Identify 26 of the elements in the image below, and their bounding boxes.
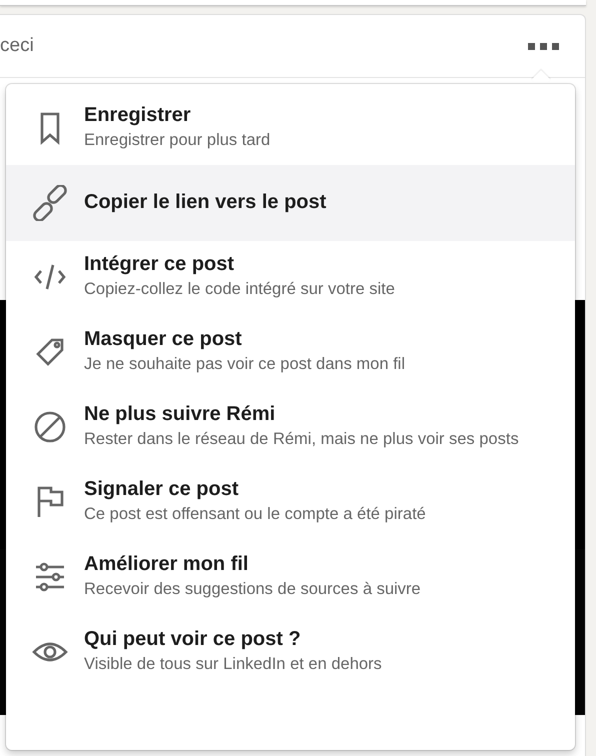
menu-item-title: Ne plus suivre Rémi xyxy=(84,402,276,426)
menu-item-title: Améliorer mon fil xyxy=(84,552,250,576)
menu-item-description: Recevoir des suggestions de sources à suivre xyxy=(84,578,421,600)
menu-item-description: Ce post est offensant ou le compte a été piraté xyxy=(84,504,426,525)
menu-item-description: Rester dans le réseau de Rémi, mais ne plus voir ses posts xyxy=(84,428,519,450)
menu-item-title: Copier le lien vers le post xyxy=(84,191,326,214)
menu-item[interactable]: Ne plus suivre Rémi Rester dans le réseau de Rémi, mais ne plus voir ses posts xyxy=(6,396,575,458)
menu-item[interactable]: Masquer ce post Je ne souhaite pas voir ce post dans mon fil xyxy=(6,322,575,383)
menu-item-description: Je ne souhaite pas voir ce post dans mon fil xyxy=(84,354,406,375)
menu-item-title: Intégrer ce post xyxy=(84,252,236,276)
menu-item-title: Signaler ce post xyxy=(84,478,240,501)
post-text: ceci xyxy=(0,35,34,57)
block-icon xyxy=(32,409,68,446)
menu-item-description: Enregistrer pour plus tard xyxy=(84,130,270,151)
menu-item[interactable]: Enregistrer Enregistrer pour plus tard xyxy=(6,98,575,159)
menu-item-title: Masquer ce post xyxy=(84,328,243,351)
menu-item-description: Copiez-collez le code intégré sur votre site xyxy=(84,278,395,300)
menu-item[interactable]: Qui peut voir ce post ? Visible de tous sur LinkedIn et en dehors xyxy=(6,622,575,682)
menu-item[interactable]: Signaler ce post Ce post est offensant ou le compte a été piraté xyxy=(6,472,575,533)
menu-item-title: Enregistrer xyxy=(84,104,192,127)
menu-item[interactable]: Améliorer mon fil Recevoir des suggestions de sources à suivre xyxy=(6,546,575,608)
menu-item[interactable]: Copier le lien vers le post xyxy=(6,164,575,241)
menu-item-title: Qui peut voir ce post ? xyxy=(84,628,302,651)
link-icon xyxy=(32,184,68,221)
menu-item-description: Visible de tous sur LinkedIn et en dehors xyxy=(84,654,382,675)
menu-item[interactable]: Intégrer ce post Copiez-collez le code intégré sur votre site xyxy=(6,246,575,308)
